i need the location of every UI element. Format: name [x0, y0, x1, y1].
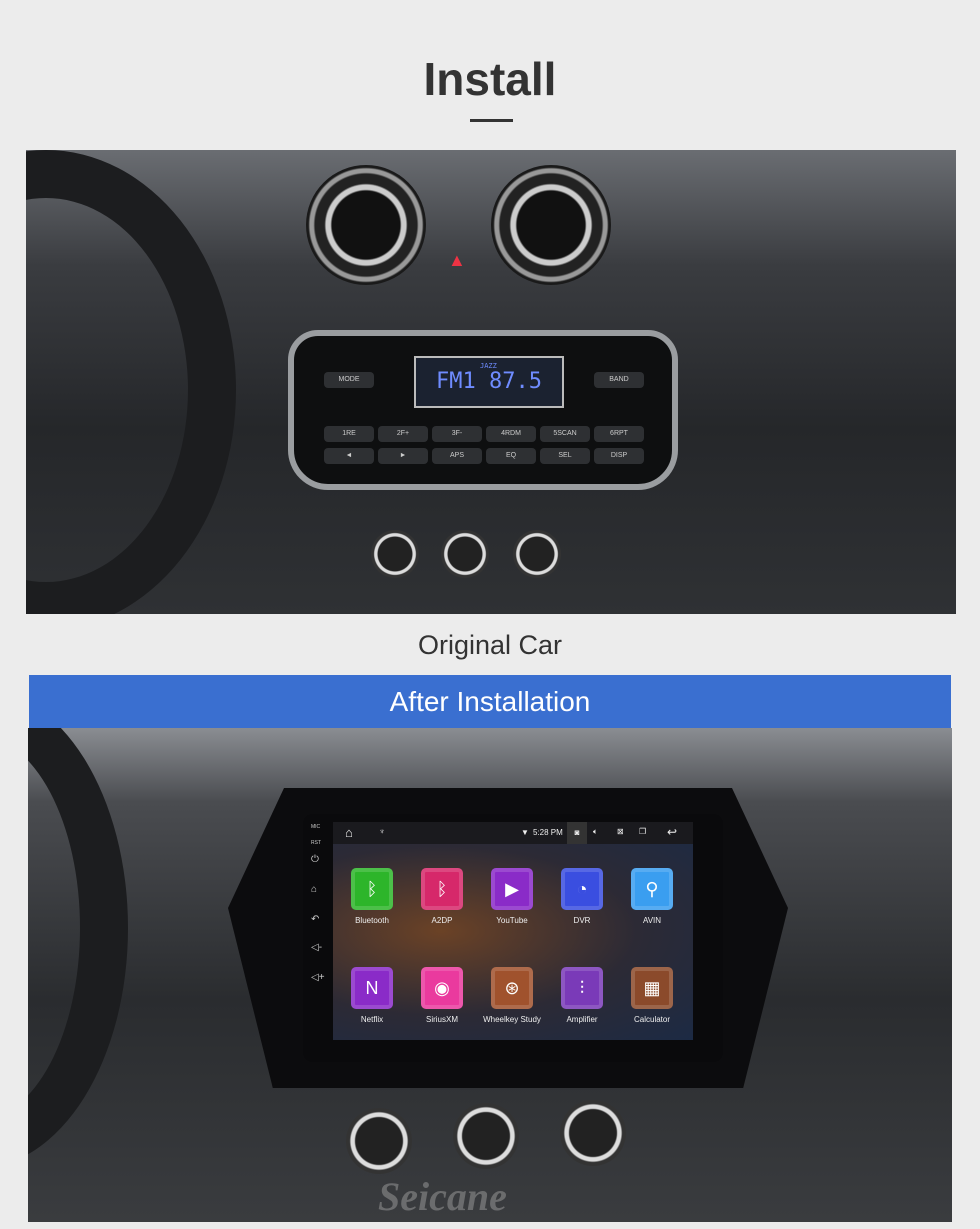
- back-icon[interactable]: ↩: [667, 825, 677, 839]
- app-label: YouTube: [496, 916, 528, 925]
- android-screen: ⌂ ♆ ▼ 5:28 PM ◙ 🔈︎ ⊠ ❐ ↩ ᛒ Bluetooth ᛒ A2DP…: [333, 822, 693, 1040]
- seicane-watermark: Seicane: [378, 1174, 507, 1219]
- head-unit: MIC RST ⏻ ⌂ ↶ ◁- ◁+ ⌂ ♆ ▼ 5:28 PM ◙ 🔈︎ ⊠…: [303, 814, 723, 1062]
- youtube-icon: ▶: [491, 868, 533, 910]
- app-calculator[interactable]: ▦ Calculator: [617, 967, 687, 1024]
- steering-wheel: [28, 728, 128, 1168]
- bluetooth-icon: ᛒ: [421, 868, 463, 910]
- app-siriusxm[interactable]: ◉ SiriusXM: [407, 967, 477, 1024]
- app-netflix[interactable]: N Netflix: [337, 967, 407, 1024]
- app-label: Calculator: [633, 1015, 670, 1024]
- climate-knob: [453, 1103, 519, 1169]
- app-label: DVR: [573, 916, 591, 925]
- volume-down-icon[interactable]: ◁-: [311, 942, 322, 953]
- app-grid: ᛒ Bluetooth ᛒ A2DP ▶ YouTube ◔ DVR ⚲ AVIN N Netflix…: [337, 868, 692, 1024]
- radio-button: SEL: [540, 448, 590, 464]
- climate-knob: [560, 1100, 626, 1166]
- calculator-icon: ▦: [631, 967, 673, 1009]
- wifi-icon: ▼: [521, 828, 529, 837]
- clock: 5:28 PM: [533, 828, 563, 837]
- radio-display: FM1 87.5 JAZZ: [414, 356, 564, 408]
- radio-button: 6RPT: [594, 426, 644, 442]
- steering-wheel-icon: ⊛: [491, 967, 533, 1009]
- home-icon[interactable]: ⌂: [345, 825, 353, 840]
- app-label: A2DP: [431, 916, 453, 925]
- netflix-icon: N: [351, 967, 393, 1009]
- after-installation-photo: MIC RST ⏻ ⌂ ↶ ◁- ◁+ ⌂ ♆ ▼ 5:28 PM ◙ 🔈︎ ⊠…: [28, 728, 952, 1222]
- app-label: Amplifier: [566, 1015, 598, 1024]
- close-app-icon[interactable]: ⊠: [617, 827, 624, 836]
- rst-label: RST: [311, 840, 321, 846]
- climate-knob: [513, 530, 561, 578]
- factory-radio: MODE FM1 87.5 JAZZ BAND 1RE 2F+ 3F- 4RDM 5SCA…: [288, 330, 678, 490]
- app-label: SiriusXM: [425, 1015, 458, 1024]
- radio-button: DISP: [594, 448, 644, 464]
- band-text: FM1: [436, 369, 476, 394]
- app-label: Wheelkey Study: [483, 1015, 541, 1024]
- home-icon[interactable]: ⌂: [311, 884, 317, 895]
- radio-button: ◄: [324, 448, 374, 464]
- genre-text: JAZZ: [480, 362, 497, 370]
- radio-button: 2F+: [378, 426, 428, 442]
- freq-text: 87.5: [489, 369, 542, 394]
- radio-button: EQ: [486, 448, 536, 464]
- volume-icon[interactable]: 🔈︎: [593, 827, 598, 837]
- avin-icon: ⚲: [631, 868, 673, 910]
- climate-knob: [346, 1108, 412, 1174]
- volume-up-icon[interactable]: ◁+: [311, 972, 325, 983]
- radio-button: 4RDM: [486, 426, 536, 442]
- page-title: Install: [423, 53, 557, 105]
- app-a2dp[interactable]: ᛒ A2DP: [407, 868, 477, 925]
- equalizer-icon: ⫶: [561, 967, 603, 1009]
- mic-label: MIC: [311, 824, 321, 830]
- screenshot-icon[interactable]: ◙: [567, 822, 587, 844]
- app-label: Netflix: [360, 1015, 384, 1024]
- app-amplifier[interactable]: ⫶ Amplifier: [547, 967, 617, 1024]
- original-car-caption: Original Car: [417, 630, 563, 660]
- app-bluetooth[interactable]: ᛒ Bluetooth: [337, 868, 407, 925]
- mode-button: MODE: [324, 372, 374, 388]
- app-label: Bluetooth: [355, 916, 389, 925]
- radio-button: 3F-: [432, 426, 482, 442]
- original-car-photo: ▲ MODE FM1 87.5 JAZZ BAND 1RE 2F+ 3F- 4RDM 5S…: [26, 150, 956, 614]
- band-button: BAND: [594, 372, 644, 388]
- radio-button: 5SCAN: [540, 426, 590, 442]
- status-bar: ⌂ ♆ ▼ 5:28 PM ◙ 🔈︎ ⊠ ❐ ↩: [333, 822, 693, 844]
- after-installation-banner: After Installation: [29, 675, 951, 728]
- recent-apps-icon[interactable]: ❐: [639, 827, 646, 836]
- radio-button: ►: [378, 448, 428, 464]
- back-icon[interactable]: ↶: [311, 914, 319, 925]
- title-underline: [470, 119, 513, 122]
- steering-wheel: [26, 150, 236, 614]
- radio-button: 1RE: [324, 426, 374, 442]
- siriusxm-icon: ◉: [421, 967, 463, 1009]
- usb-icon: ♆: [379, 827, 385, 836]
- climate-knob: [371, 530, 419, 578]
- hazard-icon: ▲: [448, 250, 466, 270]
- app-avin[interactable]: ⚲ AVIN: [617, 868, 687, 925]
- radio-button: APS: [432, 448, 482, 464]
- gauge-icon: ◔: [561, 868, 603, 910]
- climate-knob: [441, 530, 489, 578]
- app-dvr[interactable]: ◔ DVR: [547, 868, 617, 925]
- app-wheelkey-study[interactable]: ⊛ Wheelkey Study: [477, 967, 547, 1024]
- app-label: AVIN: [642, 916, 662, 925]
- bluetooth-icon: ᛒ: [351, 868, 393, 910]
- app-youtube[interactable]: ▶ YouTube: [477, 868, 547, 925]
- air-vent: [306, 165, 426, 285]
- air-vent: [491, 165, 611, 285]
- power-icon[interactable]: ⏻: [311, 854, 319, 865]
- radio-buttons: 1RE 2F+ 3F- 4RDM 5SCAN 6RPT ◄ ► APS EQ SEL DISP: [324, 426, 644, 464]
